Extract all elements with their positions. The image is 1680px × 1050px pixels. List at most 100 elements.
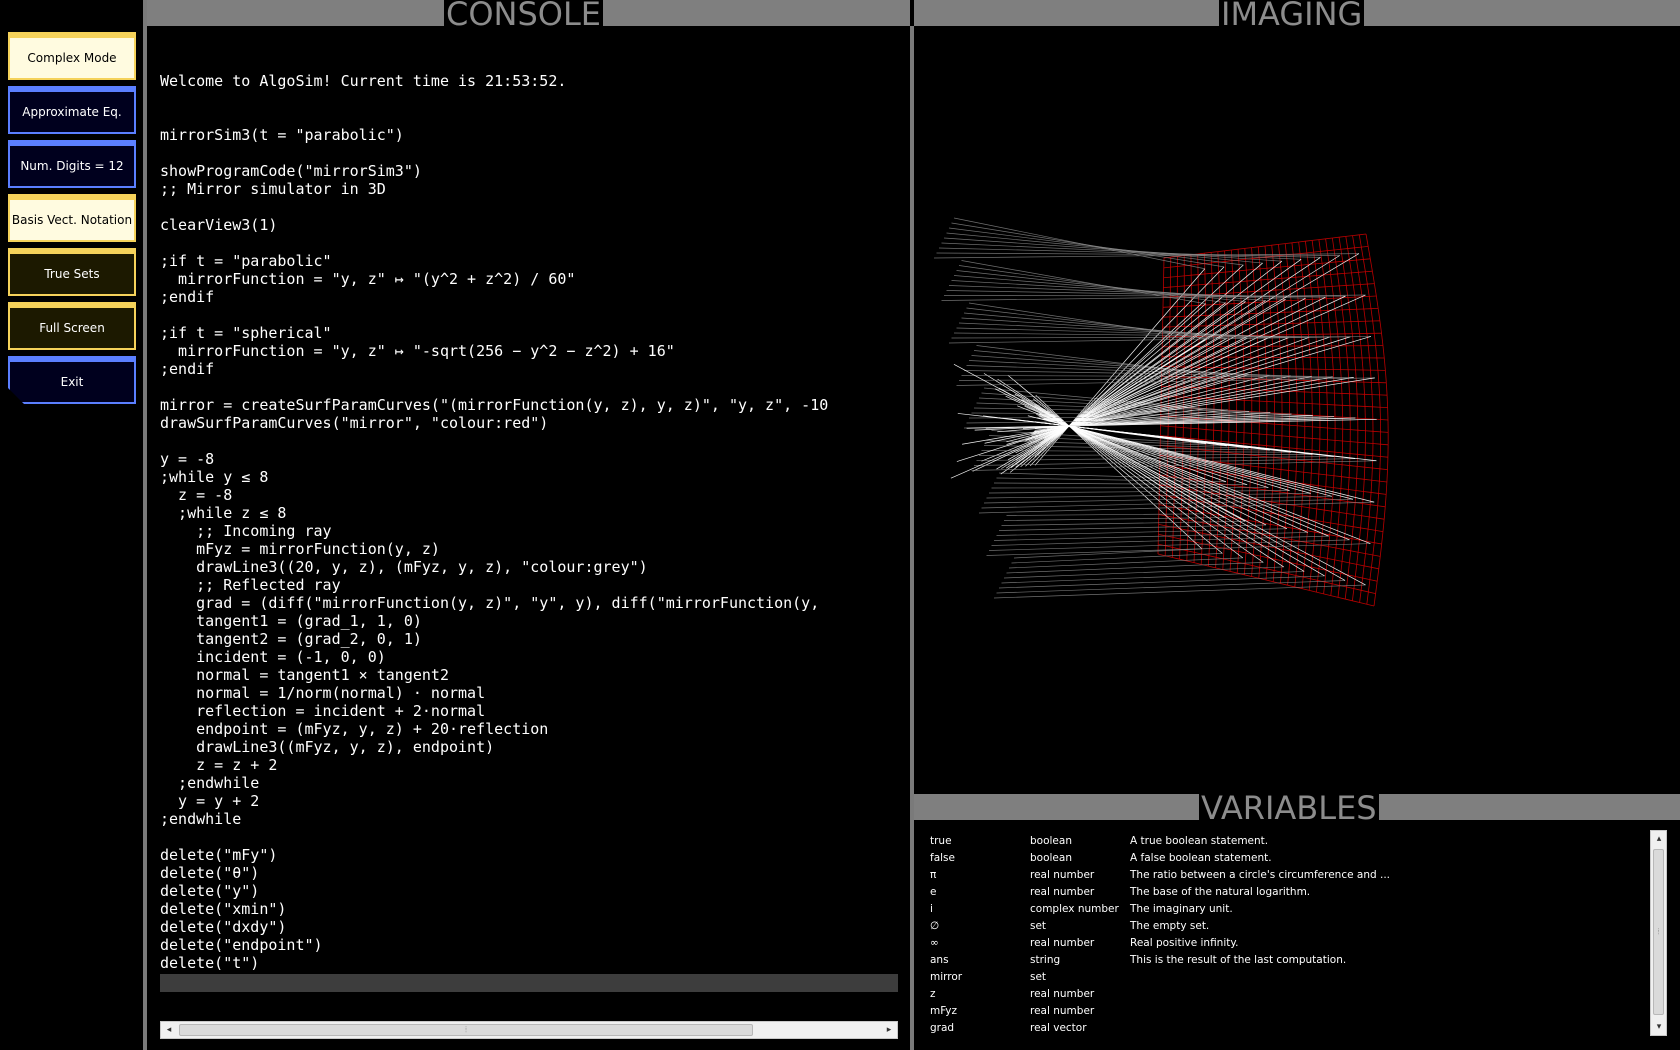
mirror-mesh-line — [1251, 432, 1260, 435]
mirror-mesh-line — [1339, 488, 1342, 501]
mirror-mesh-line — [1361, 357, 1364, 371]
horizontal-scroll-thumb[interactable]: ⦙ — [179, 1024, 753, 1036]
mirror-mesh-line — [1186, 560, 1195, 564]
mirror-mesh-line — [1306, 251, 1314, 254]
mirror-mesh-line — [1369, 579, 1378, 582]
mirror-mesh-line — [1323, 274, 1331, 276]
variable-type: set — [1030, 919, 1047, 932]
console-horizontal-scrollbar[interactable]: ◂ ⦙ ▸ — [160, 1021, 898, 1039]
mirror-mesh-line — [1343, 321, 1346, 334]
mirror-mesh-line — [1245, 563, 1253, 566]
mirror-mesh-line — [1345, 598, 1353, 602]
mirror-mesh-line — [1330, 522, 1339, 525]
mirror-mesh-line — [1321, 521, 1324, 534]
mirror-mesh-line — [1323, 521, 1331, 524]
mirror-mesh-line — [1252, 543, 1255, 555]
variable-row[interactable]: true boolean A true boolean statement. — [930, 832, 1390, 849]
mirror-mesh-line — [1263, 500, 1265, 512]
variable-row[interactable]: i complex number The imaginary unit. — [930, 900, 1390, 917]
mirror-mesh-line — [1376, 357, 1379, 371]
mirror-mesh-line — [1340, 488, 1349, 490]
mirror-mesh-line — [1243, 443, 1252, 445]
vertical-scroll-thumb[interactable]: ⦙ — [1653, 849, 1664, 1015]
exit-button[interactable]: Exit — [8, 356, 136, 404]
console-panel[interactable]: Welcome to AlgoSim! Current time is 21:5… — [147, 26, 910, 1050]
mirror-mesh-line — [1366, 603, 1375, 607]
mirror-mesh-line — [1221, 440, 1229, 443]
mirror-mesh-line — [1230, 560, 1239, 563]
mirror-mesh-line — [1284, 537, 1292, 541]
scroll-down-arrow-icon[interactable]: ▾ — [1651, 1019, 1667, 1035]
mirror-mesh-line — [1281, 277, 1289, 279]
mirror-mesh-line — [1256, 477, 1259, 489]
mirror-mesh-line — [1348, 489, 1357, 491]
scroll-left-arrow-icon[interactable]: ◂ — [161, 1022, 177, 1038]
console-line: drawLine3((20, y, z), (mFyz, y, z), "col… — [160, 558, 648, 576]
incoming-ray — [991, 535, 1329, 546]
mirror-mesh-line — [1370, 308, 1374, 322]
mirror-mesh-line — [1168, 425, 1176, 428]
variables-vertical-scrollbar[interactable]: ▴ ⦙ ▾ — [1650, 830, 1667, 1036]
num-digits-button[interactable]: Num. Digits = 12 — [8, 140, 136, 188]
mirror-mesh-line — [1365, 442, 1374, 444]
mirror-mesh-line — [1300, 265, 1304, 277]
scroll-right-arrow-icon[interactable]: ▸ — [881, 1022, 897, 1038]
mirror-mesh-line — [1163, 286, 1171, 288]
mirror-mesh-line — [1273, 266, 1281, 269]
variable-row[interactable]: grad real vector — [930, 1019, 1390, 1036]
mirror-mesh-line — [1243, 464, 1251, 467]
console-line: ;endwhile — [160, 810, 242, 828]
mirror-mesh-line — [1333, 475, 1342, 478]
mirror-mesh-line — [1349, 550, 1352, 563]
mirror-mesh-line — [1190, 427, 1199, 430]
complex-mode-button[interactable]: Complex Mode — [8, 32, 136, 80]
mirror-mesh-line — [1306, 542, 1314, 545]
mirror-mesh-line — [1364, 478, 1372, 481]
variable-row[interactable]: ∅ set The empty set. — [930, 917, 1390, 934]
mirror-mesh-line — [1233, 281, 1241, 283]
mirror-mesh-line — [1383, 506, 1386, 520]
mirror-mesh-line — [1248, 487, 1251, 499]
mirror-mesh-line — [1291, 528, 1293, 540]
mirror-mesh-line — [1280, 583, 1288, 586]
basis-vect-notation-button[interactable]: Basis Vect. Notation — [8, 194, 136, 242]
mirror-mesh-line — [1363, 382, 1365, 395]
mirror-mesh-line — [1175, 426, 1184, 429]
scroll-up-arrow-icon[interactable]: ▴ — [1651, 831, 1667, 847]
variable-row[interactable]: e real number The base of the natural loga… — [930, 883, 1390, 900]
mirror-mesh-line — [1238, 551, 1247, 554]
approximate-eq-button[interactable]: Approximate Eq. — [8, 86, 136, 134]
variable-row[interactable]: z real number — [930, 985, 1390, 1002]
mirror-mesh-line — [1318, 473, 1327, 476]
console-line: delete("θ") — [160, 864, 260, 882]
mirror-mesh-line — [1313, 251, 1321, 253]
mirror-mesh-line — [1184, 274, 1192, 277]
variable-row[interactable]: false boolean A false boolean statement. — [930, 849, 1390, 866]
mirror-mesh-line — [1373, 333, 1377, 346]
mirror-mesh-line — [1361, 589, 1369, 593]
mirror-mesh-line — [1336, 524, 1339, 537]
variable-name: e — [930, 885, 937, 898]
console-input[interactable] — [160, 974, 898, 992]
mirror-mesh-line — [1267, 279, 1270, 291]
mirror-mesh-line — [1289, 436, 1298, 438]
imaging-canvas[interactable] — [914, 26, 1680, 794]
true-sets-button[interactable]: True Sets — [8, 248, 136, 296]
variable-row[interactable]: mFyz real number — [930, 1002, 1390, 1019]
variable-type: boolean — [1030, 834, 1072, 847]
mirror-mesh-line — [1259, 422, 1267, 424]
variable-row[interactable]: ans string This is the result of the last … — [930, 951, 1390, 968]
imaging-header: IMAGING — [914, 0, 1680, 27]
full-screen-button[interactable]: Full Screen — [8, 302, 136, 350]
variable-row[interactable]: mirror set — [930, 968, 1390, 985]
mirror-mesh-line — [1274, 278, 1277, 291]
mirror-mesh-line — [1286, 493, 1288, 505]
mirror-mesh-line — [1340, 297, 1343, 310]
variable-row[interactable]: ∞ real number Real positive infinity. — [930, 934, 1390, 951]
mirror-mesh-line — [1258, 444, 1267, 447]
mirror-mesh-line — [1197, 252, 1205, 255]
variable-row[interactable]: π real number The ratio between a circle's… — [930, 866, 1390, 883]
mirror-mesh-line — [1346, 501, 1349, 514]
mirror-mesh-line — [1375, 518, 1378, 531]
mirror-mesh-line — [1198, 438, 1206, 441]
